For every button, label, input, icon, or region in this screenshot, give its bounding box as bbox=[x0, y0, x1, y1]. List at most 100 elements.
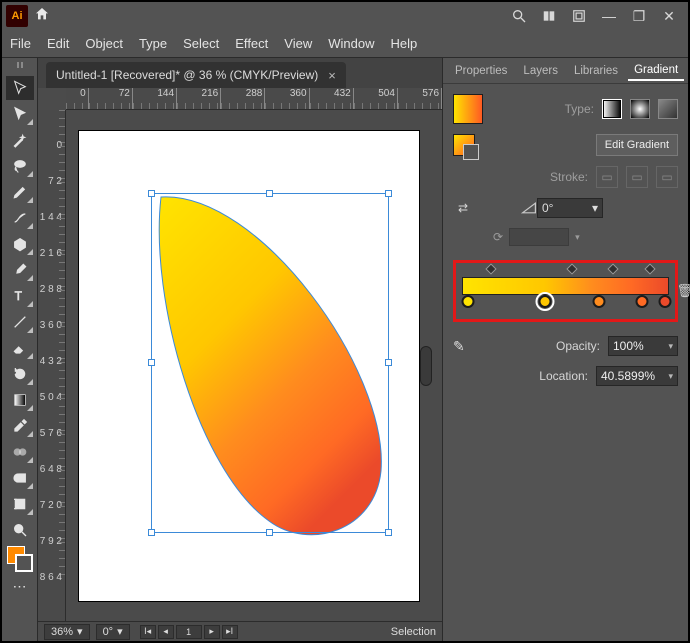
eyedropper-tool[interactable] bbox=[6, 414, 34, 438]
ruler-v-tick: 5 0 4 bbox=[38, 362, 65, 398]
nav-first-icon[interactable]: I◂ bbox=[140, 625, 156, 639]
zoom-select[interactable]: 36%▾ bbox=[44, 624, 90, 640]
close-icon[interactable]: ✕ bbox=[658, 5, 680, 27]
gradient-stop[interactable] bbox=[636, 295, 649, 308]
eyedropper-icon[interactable]: ✎ bbox=[453, 338, 465, 355]
selection-tool[interactable] bbox=[6, 76, 34, 100]
zoom-tool[interactable] bbox=[6, 518, 34, 542]
resize-handle[interactable] bbox=[385, 359, 392, 366]
gradient-midpoint[interactable] bbox=[645, 263, 656, 274]
gradient-stop[interactable] bbox=[592, 295, 605, 308]
resize-handle[interactable] bbox=[148, 359, 155, 366]
edit-toolbar[interactable]: ⋯ bbox=[6, 574, 34, 598]
menu-select[interactable]: Select bbox=[183, 36, 219, 51]
tab-layers[interactable]: Layers bbox=[517, 62, 564, 80]
screen-mode-icon[interactable] bbox=[568, 5, 590, 27]
resize-handle[interactable] bbox=[266, 529, 273, 536]
stroke-across-icon[interactable]: ▭ bbox=[656, 166, 678, 188]
menu-file[interactable]: File bbox=[10, 36, 31, 51]
opacity-field[interactable]: 100%▾ bbox=[608, 336, 678, 356]
shape-builder-tool[interactable] bbox=[6, 466, 34, 490]
arrange-docs-icon[interactable] bbox=[538, 5, 560, 27]
tab-gradient[interactable]: Gradient bbox=[628, 61, 684, 81]
ruler-v-tick: 2 1 6 bbox=[38, 218, 65, 254]
nav-last-icon[interactable]: ▸I bbox=[222, 625, 238, 639]
stroke-within-icon[interactable]: ▭ bbox=[596, 166, 618, 188]
pen-tool[interactable] bbox=[6, 180, 34, 204]
gradient-midpoint[interactable] bbox=[607, 263, 618, 274]
nav-prev-icon[interactable]: ◂ bbox=[158, 625, 174, 639]
lasso-tool[interactable] bbox=[6, 154, 34, 178]
resize-handle[interactable] bbox=[385, 190, 392, 197]
angle-icon bbox=[521, 200, 537, 216]
menu-effect[interactable]: Effect bbox=[235, 36, 268, 51]
active-fill-stroke-swatch[interactable] bbox=[453, 134, 475, 156]
nav-next-icon[interactable]: ▸ bbox=[204, 625, 220, 639]
vertical-scrollbar[interactable] bbox=[420, 346, 432, 386]
fill-stroke-swatch[interactable] bbox=[7, 546, 33, 572]
blend-tool[interactable] bbox=[6, 440, 34, 464]
panel-grip[interactable] bbox=[5, 62, 35, 70]
angle-select[interactable]: 0°▾ bbox=[537, 198, 603, 218]
rotate-select[interactable]: 0°▾ bbox=[96, 624, 130, 640]
type-radial-icon[interactable] bbox=[630, 99, 650, 119]
resize-handle[interactable] bbox=[148, 190, 155, 197]
resize-handle[interactable] bbox=[385, 529, 392, 536]
panel-tabs: Properties Layers Libraries Gradient ≡ bbox=[443, 58, 688, 84]
curvature-tool[interactable] bbox=[6, 206, 34, 230]
gradient-strip[interactable] bbox=[462, 277, 669, 295]
paintbrush-tool[interactable] bbox=[6, 258, 34, 282]
rotate-tool[interactable] bbox=[6, 362, 34, 386]
resize-handle[interactable] bbox=[266, 190, 273, 197]
eraser-tool[interactable] bbox=[6, 336, 34, 360]
selection-bounding-box[interactable] bbox=[151, 193, 389, 533]
artboard[interactable] bbox=[79, 131, 419, 601]
edit-gradient-button[interactable]: Edit Gradient bbox=[596, 134, 678, 156]
menu-view[interactable]: View bbox=[284, 36, 312, 51]
gradient-fill-tool[interactable] bbox=[6, 388, 34, 412]
ruler-vertical[interactable]: 0 7 2 1 4 4 2 1 6 2 8 8 3 6 0 4 3 2 5 0 … bbox=[38, 110, 66, 621]
ruler-horizontal[interactable]: 0 72 144 216 288 360 432 504 576 bbox=[66, 88, 442, 110]
ruler-h-tick: 216 bbox=[177, 88, 221, 109]
gradient-stop[interactable] bbox=[462, 295, 475, 308]
gradient-stops-row bbox=[462, 295, 669, 309]
type-freeform-icon[interactable] bbox=[658, 99, 678, 119]
menu-help[interactable]: Help bbox=[390, 36, 417, 51]
direct-selection-tool[interactable] bbox=[6, 102, 34, 126]
gradient-midpoint[interactable] bbox=[485, 263, 496, 274]
tab-properties[interactable]: Properties bbox=[449, 62, 513, 80]
stroke-along-icon[interactable]: ▭ bbox=[626, 166, 648, 188]
menu-window[interactable]: Window bbox=[328, 36, 374, 51]
reverse-gradient-icon[interactable]: ⇄ bbox=[453, 201, 473, 215]
artboard-index[interactable]: 1 bbox=[176, 625, 202, 639]
home-icon[interactable] bbox=[34, 6, 50, 27]
ruler-v-tick: 3 6 0 bbox=[38, 290, 65, 326]
type-linear-icon[interactable] bbox=[602, 99, 622, 119]
menu-type[interactable]: Type bbox=[139, 36, 167, 51]
document-tab[interactable]: Untitled-1 [Recovered]* @ 36 % (CMYK/Pre… bbox=[46, 62, 346, 88]
magic-wand-tool[interactable] bbox=[6, 128, 34, 152]
gradient-midpoint[interactable] bbox=[566, 263, 577, 274]
type-tool[interactable]: T bbox=[6, 284, 34, 308]
menu-bar: File Edit Object Type Select Effect View… bbox=[2, 30, 688, 58]
resize-handle[interactable] bbox=[148, 529, 155, 536]
canvas[interactable] bbox=[66, 110, 432, 621]
search-icon[interactable] bbox=[508, 5, 530, 27]
artboard-tool[interactable] bbox=[6, 492, 34, 516]
gradient-preview-swatch[interactable] bbox=[453, 94, 483, 124]
tool-panel: T ⋯ bbox=[2, 58, 38, 641]
minimize-icon[interactable]: — bbox=[598, 5, 620, 27]
gradient-stop[interactable] bbox=[538, 295, 551, 308]
menu-object[interactable]: Object bbox=[85, 36, 123, 51]
line-segment-tool[interactable] bbox=[6, 310, 34, 334]
tab-libraries[interactable]: Libraries bbox=[568, 62, 624, 80]
delete-stop-icon[interactable]: 🗑 bbox=[676, 283, 690, 299]
close-tab-icon[interactable]: × bbox=[328, 68, 336, 83]
menu-edit[interactable]: Edit bbox=[47, 36, 69, 51]
aspect-ratio-select[interactable] bbox=[509, 228, 569, 246]
restore-icon[interactable]: ❐ bbox=[628, 5, 650, 27]
rectangle-tool[interactable] bbox=[6, 232, 34, 256]
gradient-stop[interactable] bbox=[658, 295, 671, 308]
location-field[interactable]: 40.5899%▾ bbox=[596, 366, 678, 386]
ruler-h-tick: 504 bbox=[354, 88, 398, 109]
